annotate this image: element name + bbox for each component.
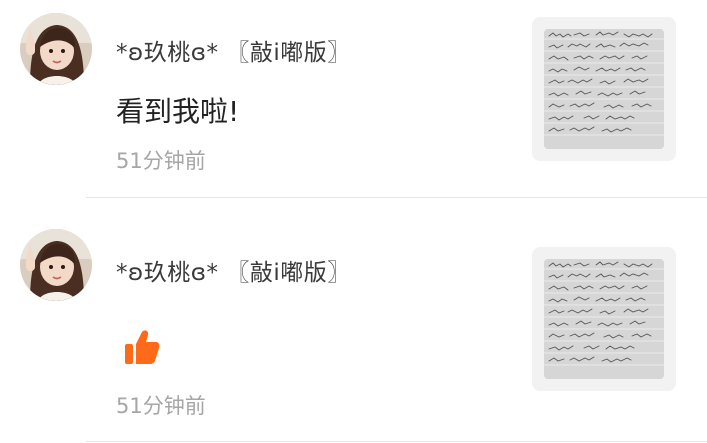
thumbs-up-icon: [123, 329, 161, 367]
username[interactable]: *ʚ玖桃ɞ* 〖敲i嘟版〗: [116, 33, 351, 67]
notification-item[interactable]: *ʚ玖桃ɞ* 〖敲i嘟版〗 看到我啦! 51分钟前: [0, 0, 707, 197]
notification-item[interactable]: *ʚ玖桃ɞ* 〖敲i嘟版〗 51分钟前: [0, 198, 707, 442]
post-thumbnail[interactable]: [532, 247, 676, 391]
username[interactable]: *ʚ玖桃ɞ* 〖敲i嘟版〗: [116, 253, 351, 287]
post-thumbnail[interactable]: [532, 17, 676, 161]
avatar[interactable]: [20, 229, 92, 301]
timestamp: 51分钟前: [116, 149, 206, 173]
timestamp: 51分钟前: [116, 394, 206, 418]
handwritten-note-image: [544, 259, 664, 379]
comment-text: 看到我啦!: [116, 95, 240, 128]
divider: [86, 441, 707, 442]
avatar[interactable]: [20, 13, 92, 85]
handwritten-note-image: [544, 29, 664, 149]
